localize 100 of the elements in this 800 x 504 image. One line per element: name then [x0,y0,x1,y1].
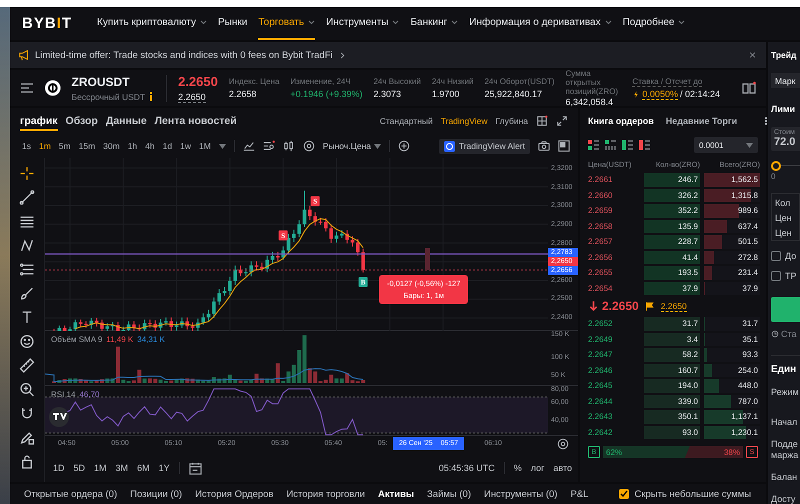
interval-option[interactable]: 1d [162,141,172,151]
checkbox[interactable] [619,489,630,499]
interval-option[interactable]: 1m [38,141,51,151]
nav-menu-item[interactable]: Купить криптовалюту [97,7,207,40]
range-option[interactable]: 3M [116,463,128,473]
order-book-tab[interactable]: Книга ордеров [588,116,654,126]
settings-icon[interactable] [302,140,315,152]
close-button[interactable]: × [748,48,756,62]
range-option[interactable]: 5D [74,463,86,473]
interval-option[interactable]: 30m [103,141,120,151]
emoji-icon[interactable] [19,334,35,349]
price-type-dropdown[interactable]: Рыноч.Цена [322,141,382,151]
bottom-tab[interactable]: Активы [378,488,414,500]
book-asks-icon[interactable] [639,140,650,150]
chart-tab[interactable]: Обзор [66,111,98,131]
calendar-icon[interactable] [188,462,202,474]
checkbox[interactable] [771,271,781,282]
menu-icon[interactable] [20,81,34,95]
order-tab[interactable]: Лими [771,104,800,128]
candles-icon[interactable] [282,140,295,152]
price-cell-text: 2.2644 [588,396,614,408]
line-chart-icon[interactable] [242,140,255,152]
indicators-icon[interactable] [262,140,275,152]
clock-text: 05:45:36 UTC [438,463,495,473]
book-both-icon[interactable] [588,140,599,150]
add-icon[interactable] [398,140,410,152]
coin-icon [45,78,61,98]
range-option[interactable]: 1Y [158,463,170,473]
interval-option[interactable]: 5m [58,141,71,151]
stat-label: 24ч Низкий [432,77,474,86]
bottom-tab[interactable]: Позиции (0) [130,488,182,500]
fullscreen-icon[interactable] [558,140,570,152]
magnet-icon[interactable] [19,406,35,421]
nav-menu-item[interactable]: Торговать [258,7,316,40]
camera-icon[interactable] [538,140,550,152]
scale-option[interactable]: % [514,463,522,473]
settings-icon[interactable] [557,438,569,450]
order-type-dropdown[interactable]: Марк [771,72,800,88]
range-option[interactable]: 6M [137,463,150,473]
checkbox[interactable] [771,251,781,262]
bottom-tab[interactable]: Инструменты (0) [484,488,558,500]
view-option[interactable]: TradingView [440,116,488,126]
candle [318,217,322,226]
nav-menu-item[interactable]: Инструменты [326,7,400,40]
bottom-tab[interactable]: Займы (0) [427,488,471,500]
bottom-tab[interactable]: P&L [570,488,588,500]
nav-menu-item[interactable]: Информация о деривативах [469,7,612,40]
lock-icon[interactable] [19,454,35,469]
bottom-tab[interactable]: История торговли [286,488,365,500]
scale-option[interactable]: авто [553,463,572,473]
nav-menu-item[interactable]: Банкинг [410,7,458,40]
fib-tool-icon[interactable] [19,262,35,277]
symbol-name[interactable]: ZROUSDT [72,74,154,88]
nav-menu-item[interactable]: Рынки [218,7,248,40]
logo[interactable]: BYBIT [22,15,72,32]
tick-size-dropdown[interactable]: 0.0001 [694,137,758,153]
pattern-tool-icon[interactable] [19,238,35,253]
book-icon[interactable] [742,81,756,95]
chart-tab[interactable]: Данные [106,111,147,131]
line-tool-icon[interactable] [19,190,35,205]
interval-option[interactable]: 1w [180,141,191,151]
chart-tab[interactable]: график [20,111,58,131]
scale-option[interactable]: лог [530,463,544,473]
ruler-icon[interactable] [19,358,35,373]
range-option[interactable]: 1M [94,463,107,473]
range-option[interactable]: 1D [53,463,65,473]
order-book-tab[interactable]: Недавние Торги [666,116,738,126]
selection-marker [425,248,430,270]
quantity-cell: 350.1 [644,410,700,424]
book-bids-icon[interactable] [622,140,633,150]
view-option[interactable]: Стандартный [380,116,433,126]
crosshair-icon[interactable] [19,166,35,181]
interval-option[interactable]: 1s [22,141,31,151]
last-trade-price: 2.2650 [602,299,639,313]
alert-button[interactable]: TradingView Alert [438,138,530,154]
nav-menu-item[interactable]: Подробнее [622,7,686,40]
expand-icon[interactable] [556,115,568,127]
slider-thumb[interactable] [771,160,781,171]
interval-option[interactable]: 4h [145,141,155,151]
promo-text[interactable]: Limited-time offer: Trade stocks and indices with 0 fees on Bybit TradFi [35,50,333,60]
lines-tool-icon[interactable] [19,214,35,229]
chart-tab[interactable]: Лента новостей [154,111,237,131]
book-grid-icon[interactable] [605,140,616,150]
checkbox-label[interactable]: До [785,251,796,262]
bottom-tab[interactable]: Открытые ордера (0) [24,488,118,500]
checkbox-label[interactable]: Скрыть небольшие суммы [634,488,752,500]
pencil-lock-icon[interactable] [19,430,35,445]
interval-option[interactable]: 1h [128,141,138,151]
layout-grid-icon[interactable] [536,115,548,127]
brush-icon[interactable] [19,286,35,301]
bottom-tab[interactable]: История Ордеров [195,488,274,500]
view-option[interactable]: Глубина [496,116,528,126]
stat-value: +0.1946 (+9.39%) [290,89,362,99]
checkbox-label[interactable]: TP [785,271,797,282]
total-cell-text: 989.6 [738,206,759,216]
total-cell-text: 501.5 [738,237,759,246]
interval-option[interactable]: 15m [78,141,96,151]
zoom-icon[interactable] [19,382,35,397]
buy-button[interactable] [771,297,800,322]
interval-option[interactable]: 1M [198,141,211,151]
